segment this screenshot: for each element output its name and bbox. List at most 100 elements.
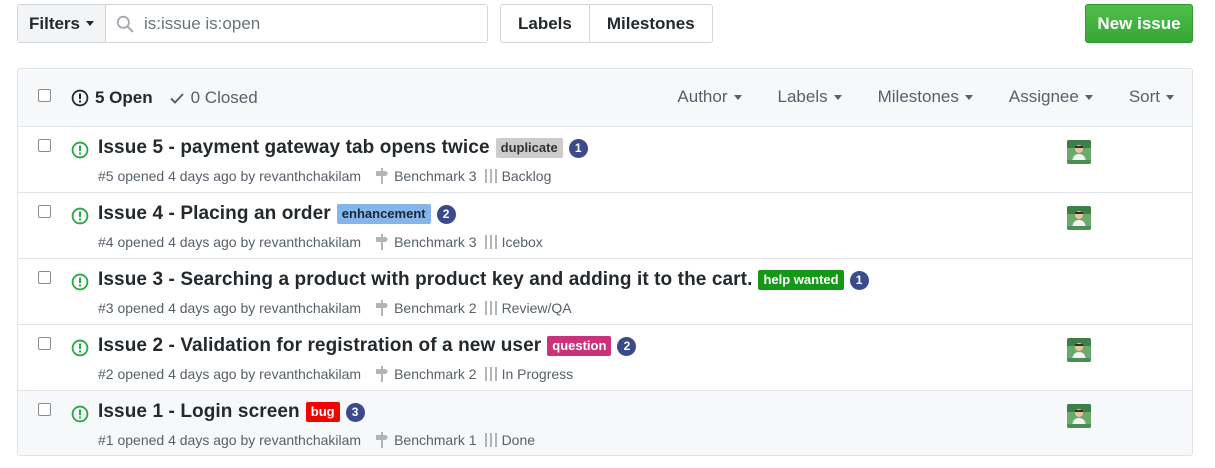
caret-down-icon <box>1166 94 1174 100</box>
issue-title-link[interactable]: Issue 5 - payment gateway tab opens twic… <box>98 137 490 159</box>
open-count-label: 5 Open <box>95 88 153 107</box>
milestone-icon <box>376 432 389 448</box>
milestone-name: Benchmark 2 <box>394 366 477 382</box>
new-issue-button[interactable]: New issue <box>1085 4 1193 43</box>
assignee-avatar[interactable] <box>1067 338 1091 362</box>
issue-filter-menu: Author Labels Milestones Assignee Sort <box>677 87 1174 107</box>
milestones-filter[interactable]: Milestones <box>878 87 973 107</box>
project-column: Icebox <box>501 234 543 250</box>
issue-project[interactable]: Icebox <box>484 234 543 250</box>
issue-checkbox[interactable] <box>38 403 51 416</box>
issue-milestone[interactable]: Benchmark 2 <box>375 300 477 316</box>
milestone-name: Benchmark 3 <box>394 168 477 184</box>
issue-title-link[interactable]: Issue 2 - Validation for registration of… <box>98 335 541 357</box>
issue-title-line: Issue 3 - Searching a product with produ… <box>98 269 869 291</box>
issue-opened-icon <box>71 141 89 159</box>
state-toggle: 5 Open 0 Closed <box>71 88 258 108</box>
author-filter-label: Author <box>677 87 728 106</box>
check-icon <box>169 93 184 104</box>
filter-search-group: Filters <box>17 4 488 43</box>
issue-checkbox[interactable] <box>38 205 51 218</box>
issue-title-line: Issue 4 - Placing an order enhancement 2 <box>98 203 456 225</box>
issue-checkbox[interactable] <box>38 139 51 152</box>
issues-list-header: 5 Open 0 Closed Author Labels Milestones… <box>18 69 1192 127</box>
author-filter[interactable]: Author <box>677 87 742 107</box>
comment-count-badge[interactable]: 3 <box>345 402 365 422</box>
issue-row: Issue 2 - Validation for registration of… <box>18 325 1192 391</box>
milestones-nav-button[interactable]: Milestones <box>588 5 712 42</box>
issue-opened-info: #5 opened 4 days ago by revanthchakilam <box>98 168 362 184</box>
issue-project[interactable]: Review/QA <box>484 300 572 316</box>
issue-label[interactable]: question <box>547 336 612 356</box>
project-icon <box>484 235 497 249</box>
issue-label[interactable]: help wanted <box>758 270 844 290</box>
issue-milestone[interactable]: Benchmark 3 <box>375 234 477 250</box>
assignee-avatar[interactable] <box>1067 404 1091 428</box>
issue-title-line: Issue 2 - Validation for registration of… <box>98 335 637 357</box>
project-column: Backlog <box>501 168 552 184</box>
issue-opened-info: #4 opened 4 days ago by revanthchakilam <box>98 234 362 250</box>
project-icon <box>484 301 497 315</box>
labels-milestones-nav: Labels Milestones <box>500 4 713 43</box>
milestone-icon <box>376 366 389 382</box>
open-issues-filter[interactable]: 5 Open <box>71 88 153 108</box>
assignee-filter-label: Assignee <box>1008 87 1079 106</box>
issue-opened-icon <box>71 207 89 225</box>
issue-label[interactable]: enhancement <box>336 204 431 224</box>
issue-opened-icon <box>71 339 89 357</box>
assignee-filter[interactable]: Assignee <box>1009 87 1093 107</box>
search-wrapper <box>106 5 487 42</box>
filters-button[interactable]: Filters <box>18 5 106 42</box>
caret-down-icon <box>833 94 842 100</box>
issue-label[interactable]: bug <box>305 402 340 422</box>
issue-rows: Issue 5 - payment gateway tab opens twic… <box>18 127 1192 455</box>
select-all-checkbox[interactable] <box>38 89 51 102</box>
issue-milestone[interactable]: Benchmark 3 <box>375 168 477 184</box>
project-icon <box>484 367 497 381</box>
comment-count-badge[interactable]: 2 <box>436 204 456 224</box>
issue-checkbox[interactable] <box>38 271 51 284</box>
milestones-filter-label: Milestones <box>877 87 959 106</box>
closed-count-label: 0 Closed <box>190 88 258 107</box>
issue-meta: #1 opened 4 days ago by revanthchakilam B… <box>98 432 535 448</box>
assignee-avatar[interactable] <box>1067 140 1091 164</box>
issue-title-link[interactable]: Issue 4 - Placing an order <box>98 203 331 225</box>
issue-milestone[interactable]: Benchmark 2 <box>375 366 477 382</box>
assignee-avatar[interactable] <box>1067 206 1091 230</box>
milestone-name: Benchmark 1 <box>394 432 477 448</box>
comment-count-badge[interactable]: 1 <box>849 270 869 290</box>
issue-opened-icon <box>71 405 89 423</box>
issue-opened-info: #3 opened 4 days ago by revanthchakilam <box>98 300 362 316</box>
closed-issues-filter[interactable]: 0 Closed <box>169 88 258 108</box>
issue-label[interactable]: duplicate <box>495 138 563 158</box>
issue-checkbox[interactable] <box>38 337 51 350</box>
comment-count-badge[interactable]: 2 <box>617 336 637 356</box>
issue-row: Issue 5 - payment gateway tab opens twic… <box>18 127 1192 193</box>
caret-down-icon <box>1084 94 1093 100</box>
caret-down-icon <box>86 21 95 26</box>
issue-title-link[interactable]: Issue 1 - Login screen <box>98 401 300 423</box>
issue-project[interactable]: Backlog <box>484 168 552 184</box>
issue-row: Issue 4 - Placing an order enhancement 2 #4… <box>18 193 1192 259</box>
issue-row: Issue 3 - Searching a product with produ… <box>18 259 1192 325</box>
comment-count-badge[interactable]: 1 <box>568 138 588 158</box>
issue-title-line: Issue 5 - payment gateway tab opens twic… <box>98 137 588 159</box>
labels-filter-label: Labels <box>777 87 828 106</box>
issue-opened-icon <box>71 89 89 107</box>
issue-meta: #3 opened 4 days ago by revanthchakilam B… <box>98 300 572 316</box>
labels-filter[interactable]: Labels <box>778 87 842 107</box>
toolbar: Filters Labels Milestones New issue <box>17 4 1193 44</box>
issue-row: Issue 1 - Login screen bug 3 #1 opened 4 da… <box>18 391 1192 455</box>
sort-filter[interactable]: Sort <box>1129 87 1174 107</box>
issue-project[interactable]: In Progress <box>484 366 573 382</box>
issue-meta: #5 opened 4 days ago by revanthchakilam B… <box>98 168 551 184</box>
search-input[interactable] <box>106 5 487 42</box>
milestone-icon <box>376 168 389 184</box>
labels-nav-button[interactable]: Labels <box>501 5 589 42</box>
issue-opened-info: #1 opened 4 days ago by revanthchakilam <box>98 432 362 448</box>
issue-project[interactable]: Done <box>484 432 536 448</box>
issue-milestone[interactable]: Benchmark 1 <box>375 432 477 448</box>
issue-title-link[interactable]: Issue 3 - Searching a product with produ… <box>98 269 752 291</box>
project-column: Done <box>501 432 536 448</box>
project-column: Review/QA <box>501 300 572 316</box>
